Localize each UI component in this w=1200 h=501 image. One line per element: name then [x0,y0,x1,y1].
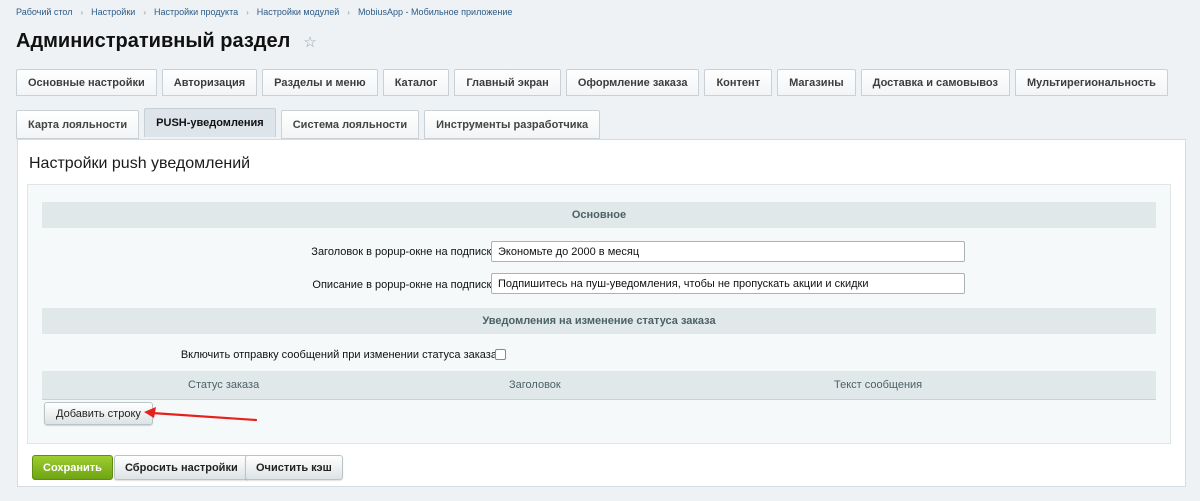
breadcrumb-separator-icon: › [143,7,146,17]
tab-loyalty-card[interactable]: Карта лояльности [16,110,140,139]
clear-cache-button[interactable]: Очистить кэш [245,455,343,480]
breadcrumb-separator-icon: › [347,7,350,17]
breadcrumb-separator-icon: › [246,7,249,17]
column-header-title: Заголовок [509,379,561,391]
breadcrumb: Рабочий стол › Настройки › Настройки про… [16,7,512,17]
status-table-header: Статус заказа Заголовок Текст сообщения [42,371,1156,400]
popup-title-input[interactable]: Экономьте до 2000 в месяц [491,241,965,262]
page-title: Административный раздел ☆ [16,30,317,53]
group-header-status: Уведомления на изменение статуса заказа [42,308,1156,334]
enable-status-messages-label: Включить отправку сообщений при изменени… [180,349,500,361]
section-title: Настройки push уведомлений [29,155,251,172]
column-header-message: Текст сообщения [834,379,923,391]
breadcrumb-separator-icon: › [80,7,84,17]
tab-authorization[interactable]: Авторизация [161,69,258,96]
breadcrumb-item[interactable]: Рабочий стол [16,7,73,17]
breadcrumb-item[interactable]: Настройки продукта [154,7,238,17]
tab-delivery[interactable]: Доставка и самовывоз [860,69,1010,96]
popup-description-input[interactable]: Подпишитесь на пуш-уведомления, чтобы не… [491,273,965,294]
add-row-button[interactable]: Добавить строку [44,402,153,425]
tab-main-settings[interactable]: Основные настройки [16,69,157,96]
tab-catalog[interactable]: Каталог [382,69,450,96]
tab-multiregional[interactable]: Мультирегиональность [1014,69,1168,96]
enable-status-messages-checkbox[interactable] [495,349,506,360]
breadcrumb-item[interactable]: MobiusApp - Мобильное приложение [358,7,512,17]
popup-title-label: Заголовок в popup-окне на подписку: [311,246,500,258]
reset-settings-button[interactable]: Сбросить настройки [114,455,249,480]
tab-checkout[interactable]: Оформление заказа [565,69,700,96]
primary-tabs: Основные настройки Авторизация Разделы и… [16,69,1173,96]
tab-loyalty-system[interactable]: Система лояльности [280,110,420,139]
star-icon[interactable]: ☆ [303,33,316,51]
tab-content[interactable]: Контент [704,69,773,96]
group-header-main: Основное [42,202,1156,228]
breadcrumb-item[interactable]: Настройки [91,7,135,17]
tab-stores[interactable]: Магазины [777,69,856,96]
popup-description-label: Описание в popup-окне на подписку: [312,279,500,291]
tab-push-notifications[interactable]: PUSH-уведомления [144,108,276,137]
breadcrumb-item[interactable]: Настройки модулей [257,7,339,17]
tab-developer-tools[interactable]: Инструменты разработчика [424,110,601,139]
tab-home-screen[interactable]: Главный экран [454,69,561,96]
page-title-text: Административный раздел [16,30,291,52]
annotation-arrow-icon [144,407,258,422]
column-header-status: Статус заказа [188,379,260,391]
settings-panel: Настройки push уведомлений Основное Заго… [17,139,1186,487]
save-button[interactable]: Сохранить [32,455,113,480]
tab-sections-menu[interactable]: Разделы и меню [262,69,378,96]
secondary-tabs: Карта лояльности PUSH-уведомления Систем… [16,108,605,139]
